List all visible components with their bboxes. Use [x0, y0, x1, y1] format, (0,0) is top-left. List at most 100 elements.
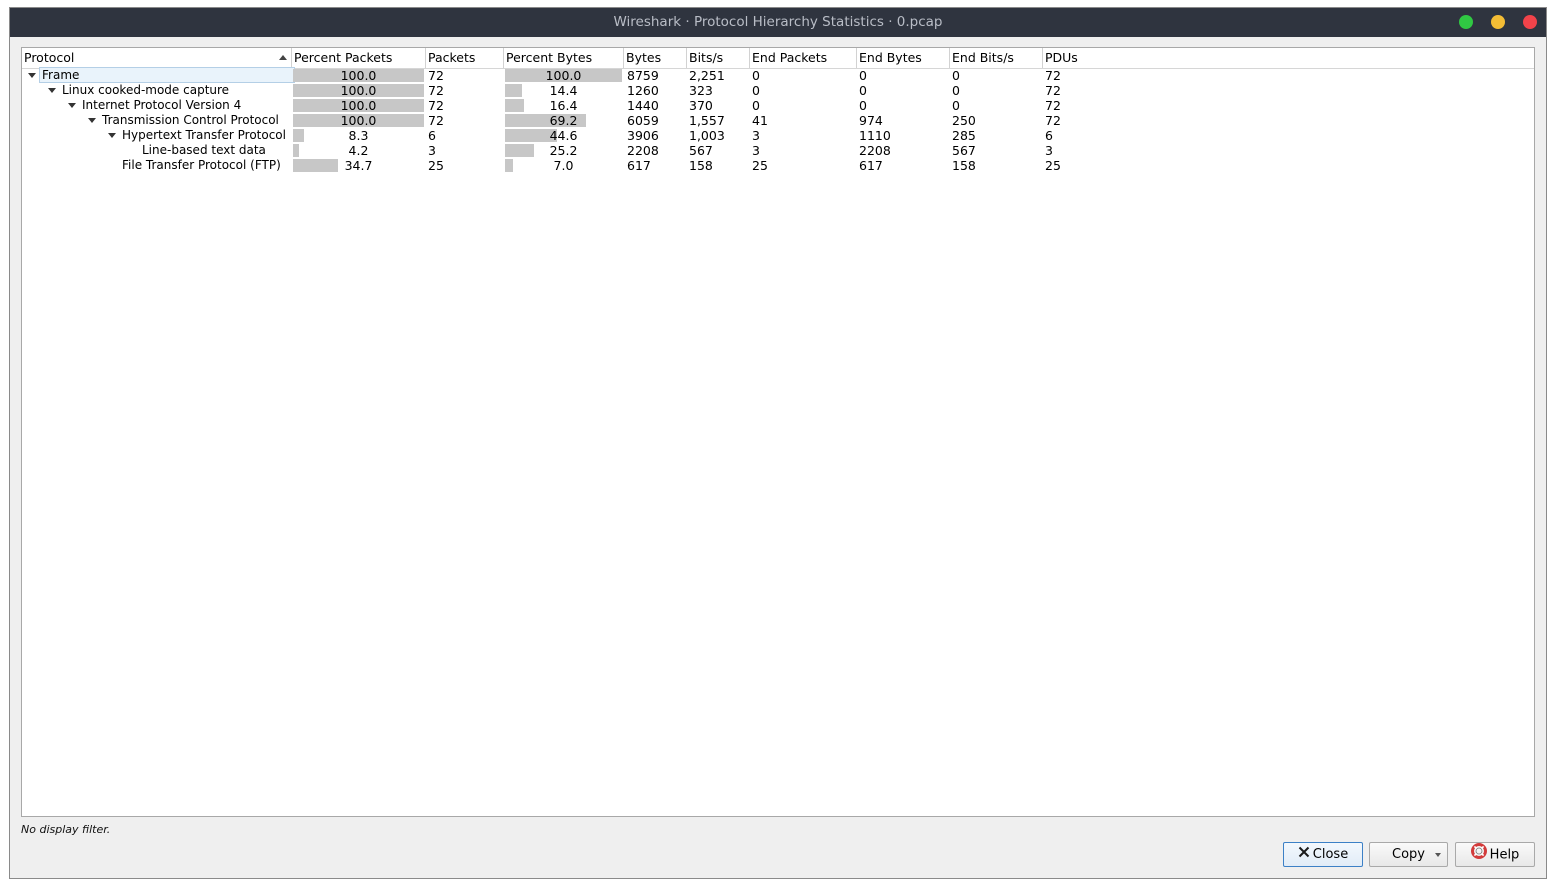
close-button[interactable]: Close [1283, 842, 1363, 867]
end-bits-per-s-cell: 158 [952, 158, 976, 173]
percent-packets-value: 100.0 [340, 68, 377, 83]
column-header-end-bytes[interactable]: End Bytes [857, 48, 950, 68]
column-header-end-bits-per-s[interactable]: End Bits/s [950, 48, 1043, 68]
column-header-percent-bytes-label: Percent Bytes [506, 50, 593, 65]
bits-per-s-cell: 1,003 [689, 128, 725, 143]
column-header-bits-per-s[interactable]: Bits/s [687, 48, 750, 68]
packets-cell: 25 [428, 158, 444, 173]
packets-cell: 72 [428, 83, 444, 98]
tree-row[interactable]: Internet Protocol Version 4 100.0 16.4 72 14… [22, 98, 1534, 113]
percent-packets-bar: 100.0 [293, 113, 424, 128]
expand-arrow-icon[interactable] [108, 133, 116, 138]
help-button-label: Help [1489, 847, 1520, 863]
end-bytes-cell: 617 [859, 158, 883, 173]
bytes-cell: 8759 [627, 68, 659, 83]
copy-button-label: Copy [1392, 847, 1425, 862]
protocol-name: Internet Protocol Version 4 [82, 98, 242, 112]
bits-per-s-cell: 370 [689, 98, 713, 113]
packets-cell: 6 [428, 128, 436, 143]
percent-bytes-bar: 100.0 [505, 68, 622, 83]
chevron-down-icon[interactable] [1435, 853, 1441, 857]
percent-bytes-bar: 69.2 [505, 113, 622, 128]
bits-per-s-cell: 158 [689, 158, 713, 173]
percent-bytes-value: 69.2 [549, 113, 578, 128]
percent-packets-value: 100.0 [340, 113, 377, 128]
pdus-cell: 72 [1045, 113, 1061, 128]
pdus-cell: 72 [1045, 83, 1061, 98]
column-header-protocol[interactable]: Protocol [22, 48, 292, 68]
tree-row[interactable]: File Transfer Protocol (FTP) 34.7 7.0 25 617… [22, 158, 1534, 173]
percent-packets-bar: 100.0 [293, 98, 424, 113]
protocol-name: Linux cooked-mode capture [62, 83, 230, 97]
protocol-hierarchy-window: Wireshark · Protocol Hierarchy Statistic… [9, 7, 1547, 879]
column-header-percent-packets-label: Percent Packets [294, 50, 393, 65]
percent-packets-value: 8.3 [348, 128, 369, 143]
percent-bytes-value: 44.6 [549, 128, 578, 143]
end-packets-cell: 0 [752, 98, 760, 113]
tree-row[interactable]: Transmission Control Protocol 100.0 69.2 72… [22, 113, 1534, 128]
end-packets-cell: 3 [752, 128, 760, 143]
pdus-cell: 3 [1045, 143, 1053, 158]
percent-bytes-value: 25.2 [549, 143, 578, 158]
pdus-cell: 72 [1045, 68, 1061, 83]
minimize-window-button[interactable] [1491, 15, 1505, 29]
percent-packets-value: 34.7 [344, 158, 373, 173]
protocol-name: Hypertext Transfer Protocol [122, 128, 286, 142]
column-header-packets[interactable]: Packets [426, 48, 504, 68]
protocol-hierarchy-tree[interactable]: Protocol Percent Packets Packets Percent… [21, 47, 1535, 817]
column-header-end-packets[interactable]: End Packets [750, 48, 857, 68]
column-header-percent-bytes[interactable]: Percent Bytes [504, 48, 624, 68]
percent-packets-value: 4.2 [348, 143, 369, 158]
expand-arrow-icon[interactable] [88, 118, 96, 123]
packets-cell: 72 [428, 68, 444, 83]
end-bytes-cell: 0 [859, 68, 867, 83]
expand-arrow-icon[interactable] [28, 73, 36, 78]
expand-arrow-icon[interactable] [48, 88, 56, 93]
percent-packets-value: 100.0 [340, 98, 377, 113]
end-packets-cell: 41 [752, 113, 768, 128]
tree-row[interactable]: Frame 100.0 100.0 72 8759 2,251 0 0 0 72 [22, 67, 1534, 83]
end-packets-cell: 0 [752, 83, 760, 98]
percent-bytes-bar: 14.4 [505, 83, 622, 98]
window-title: Wireshark · Protocol Hierarchy Statistic… [613, 14, 943, 30]
column-header-bits-per-s-label: Bits/s [689, 50, 724, 65]
column-header-pdus[interactable]: PDUs [1043, 48, 1143, 68]
help-button[interactable]: Help [1455, 842, 1535, 867]
pdus-cell: 72 [1045, 98, 1061, 113]
bits-per-s-cell: 1,557 [689, 113, 725, 128]
packets-cell: 72 [428, 113, 444, 128]
protocol-name: Transmission Control Protocol [102, 113, 279, 127]
close-x-icon [1298, 843, 1310, 866]
bytes-cell: 1260 [627, 83, 659, 98]
column-header-percent-packets[interactable]: Percent Packets [292, 48, 426, 68]
bytes-cell: 6059 [627, 113, 659, 128]
tree-header: Protocol Percent Packets Packets Percent… [22, 48, 1534, 69]
column-header-pdus-label: PDUs [1045, 50, 1078, 65]
maximize-window-button[interactable] [1459, 15, 1473, 29]
protocol-name: Line-based text data [142, 143, 266, 157]
close-window-button[interactable] [1523, 15, 1537, 29]
end-packets-cell: 0 [752, 68, 760, 83]
packets-cell: 72 [428, 98, 444, 113]
protocol-name: File Transfer Protocol (FTP) [122, 158, 281, 172]
end-bytes-cell: 1110 [859, 128, 891, 143]
tree-row[interactable]: Line-based text data 4.2 25.2 3 2208 567 3 2208… [22, 143, 1534, 158]
column-header-bytes[interactable]: Bytes [624, 48, 687, 68]
tree-row[interactable]: Linux cooked-mode capture 100.0 14.4 72 1260… [22, 83, 1534, 98]
percent-bytes-value: 7.0 [553, 158, 574, 173]
pdus-cell: 25 [1045, 158, 1061, 173]
end-bytes-cell: 0 [859, 83, 867, 98]
title-bar[interactable]: Wireshark · Protocol Hierarchy Statistic… [10, 8, 1546, 37]
end-bytes-cell: 974 [859, 113, 883, 128]
copy-button[interactable]: Copy [1369, 842, 1448, 867]
percent-packets-bar: 100.0 [293, 83, 424, 98]
end-packets-cell: 25 [752, 158, 768, 173]
expand-arrow-icon[interactable] [68, 103, 76, 108]
tree-row[interactable]: Hypertext Transfer Protocol 8.3 44.6 6 3906 1… [22, 128, 1534, 143]
bytes-cell: 2208 [627, 143, 659, 158]
end-bits-per-s-cell: 567 [952, 143, 976, 158]
column-header-packets-label: Packets [428, 50, 476, 65]
end-bits-per-s-cell: 0 [952, 98, 960, 113]
bits-per-s-cell: 2,251 [689, 68, 725, 83]
percent-bytes-bar: 44.6 [505, 128, 622, 143]
